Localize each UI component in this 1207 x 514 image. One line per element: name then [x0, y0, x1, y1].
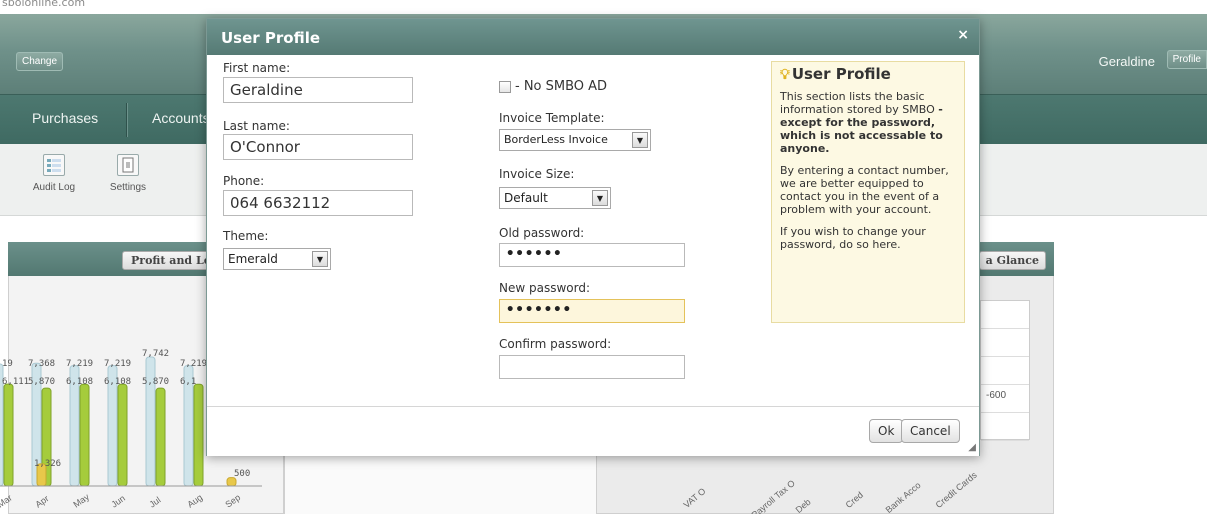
- info-title: 💡︎ User Profile: [780, 65, 956, 83]
- chart-x-label: Jul: [147, 495, 162, 510]
- phone-label: Phone:: [223, 174, 265, 188]
- invoice-template-value: BorderLess Invoice: [504, 133, 608, 146]
- dialog-title: User Profile: [221, 29, 321, 47]
- invoice-template-label: Invoice Template:: [499, 111, 605, 125]
- phone-input[interactable]: 064 6632112: [223, 190, 413, 216]
- chart-bar: [117, 383, 128, 487]
- audit-log-icon: [43, 154, 65, 176]
- site-url-bar: sbolonline.com: [0, 0, 1207, 14]
- chart-value-label: 500: [234, 469, 250, 479]
- site-url: sbolonline.com: [2, 0, 86, 9]
- chart-x-label: Jun: [109, 493, 127, 510]
- user-profile-info-box: 💡︎ User Profile This section lists the ba…: [771, 61, 965, 323]
- last-name-label: Last name:: [223, 119, 290, 133]
- new-password-input[interactable]: •••••••: [499, 299, 685, 323]
- chart-value-label: 1,326: [34, 459, 61, 469]
- confirm-password-input[interactable]: [499, 355, 685, 379]
- info-paragraph-2: By entering a contact number, we are bet…: [780, 164, 949, 216]
- info-paragraph-1: This section lists the basic information…: [780, 90, 956, 155]
- audit-log-label: Audit Log: [32, 182, 76, 193]
- chart-x-label: May: [71, 491, 91, 509]
- old-password-label: Old password:: [499, 226, 585, 240]
- chart-value-label: 6,108: [66, 377, 93, 387]
- last-name-input[interactable]: O'Connor: [223, 134, 413, 160]
- chart-x-label: Sep: [223, 492, 242, 509]
- chart-value-label: 6,1: [180, 377, 196, 387]
- settings-label: Settings: [109, 182, 147, 193]
- toolbar-settings[interactable]: Settings: [98, 154, 158, 193]
- theme-select[interactable]: Emerald ▼: [223, 248, 331, 270]
- first-name-label: First name:: [223, 61, 291, 75]
- toolbar-audit-log[interactable]: Audit Log: [24, 154, 84, 193]
- chart-bar: [193, 383, 204, 487]
- no-ad-checkbox[interactable]: [499, 81, 511, 93]
- chart-value-label: 7,219: [180, 359, 207, 369]
- chart-bar: [79, 383, 90, 487]
- chart-value-label: 7,368: [28, 359, 55, 369]
- chart-value-label: 19: [2, 359, 13, 369]
- change-button[interactable]: Change: [16, 52, 64, 71]
- settings-icon: [117, 154, 139, 176]
- chart-x-label: Apr: [33, 493, 50, 509]
- chart-bar: [3, 383, 14, 487]
- chart-value-label: 6,111: [2, 377, 29, 387]
- first-name-input[interactable]: Geraldine: [223, 77, 413, 103]
- chart-value-label: 5,870: [28, 377, 55, 387]
- chart-x-label: Aug: [185, 492, 204, 509]
- glance-value-label: -600: [986, 390, 1007, 401]
- nav-separator: [126, 103, 127, 137]
- theme-select-value: Emerald: [228, 252, 278, 266]
- resize-handle-icon[interactable]: ◢: [968, 442, 976, 453]
- chart-bar: [155, 387, 166, 487]
- chart-value-label: 6,108: [104, 377, 131, 387]
- info-paragraph-3: If you wish to change your password, do …: [780, 225, 926, 251]
- nav-item-accounts[interactable]: Accounts: [152, 110, 210, 126]
- theme-label: Theme:: [223, 229, 269, 243]
- profile-button[interactable]: Profile: [1166, 50, 1207, 69]
- chart-value-label: 7,219: [104, 359, 131, 369]
- dialog-title-bar: User Profile ×: [207, 19, 979, 55]
- chart-value-label: 5,870: [142, 377, 169, 387]
- chevron-down-icon: ▼: [592, 190, 608, 206]
- confirm-password-label: Confirm password:: [499, 337, 612, 351]
- info-title-text: User Profile: [791, 65, 891, 83]
- close-icon[interactable]: ×: [957, 27, 969, 43]
- invoice-size-value: Default: [504, 191, 548, 205]
- old-password-input[interactable]: ••••••: [499, 243, 685, 267]
- chevron-down-icon: ▼: [632, 132, 648, 148]
- glance-table: [980, 300, 1030, 441]
- invoice-size-select[interactable]: Default ▼: [499, 187, 611, 209]
- info-text: This section lists the basic information…: [780, 90, 939, 116]
- chevron-down-icon: ▼: [312, 251, 328, 267]
- glance-title[interactable]: a Glance: [978, 251, 1046, 270]
- lightbulb-icon: 💡︎: [780, 67, 790, 83]
- cancel-button[interactable]: Cancel: [901, 419, 960, 443]
- nav-item-purchases[interactable]: Purchases: [32, 110, 98, 126]
- ok-button[interactable]: Ok: [869, 419, 904, 443]
- chart-value-label: 7,219: [66, 359, 93, 369]
- invoice-size-label: Invoice Size:: [499, 167, 575, 181]
- chart-value-label: 7,742: [142, 349, 169, 359]
- new-password-label: New password:: [499, 281, 591, 295]
- user-name: Geraldine: [1098, 54, 1155, 69]
- user-profile-dialog: User Profile × First name: Geraldine Las…: [206, 18, 980, 456]
- chart-x-label: Mar: [0, 493, 14, 510]
- invoice-template-select[interactable]: BorderLess Invoice ▼: [499, 129, 651, 151]
- dialog-footer: Ok Cancel ◢: [207, 406, 979, 456]
- no-ad-label: - No SMBO AD: [515, 79, 608, 94]
